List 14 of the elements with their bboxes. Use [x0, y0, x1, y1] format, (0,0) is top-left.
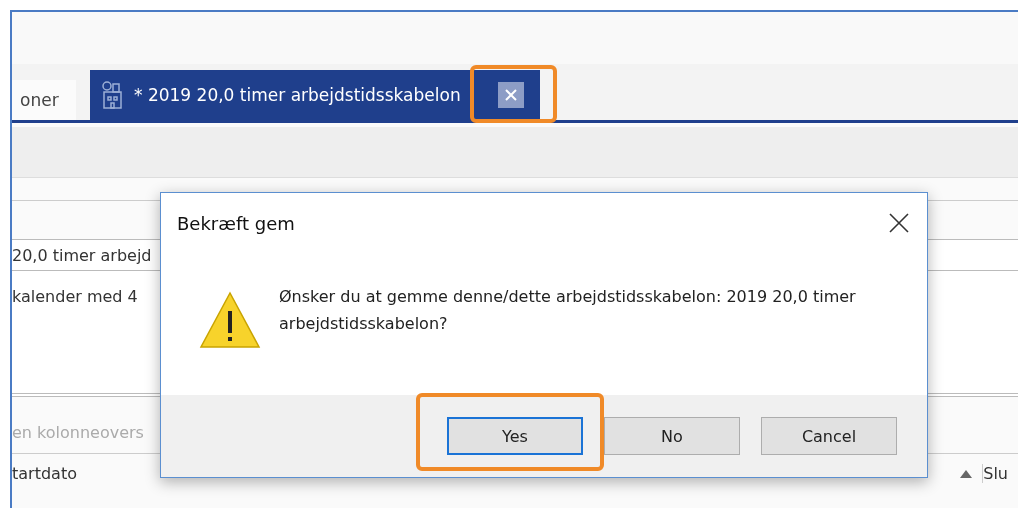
close-tab-button[interactable] [498, 82, 524, 108]
document-tab[interactable]: * 2019 20,0 timer arbejdstidsskabelon [90, 70, 540, 120]
column-header[interactable]: Slu [983, 464, 1008, 483]
dialog-button[interactable]: No [604, 417, 740, 455]
dialog-message: Ønsker du at gemme denne/dette arbejdstidsskabelon: 2019 20,0 timer arbejdstidsskabelon? [279, 286, 857, 335]
dialog-title: Bekræft gem [177, 212, 295, 234]
document-tab[interactable]: oner [12, 80, 76, 120]
dialog-button[interactable]: Yes [447, 417, 583, 455]
building-icon [100, 80, 124, 110]
column-header[interactable]: tartdato [12, 464, 77, 483]
dialog-button[interactable]: Cancel [761, 417, 897, 455]
warning-icon [199, 291, 261, 349]
close-icon [504, 88, 518, 102]
close-icon [889, 213, 909, 233]
